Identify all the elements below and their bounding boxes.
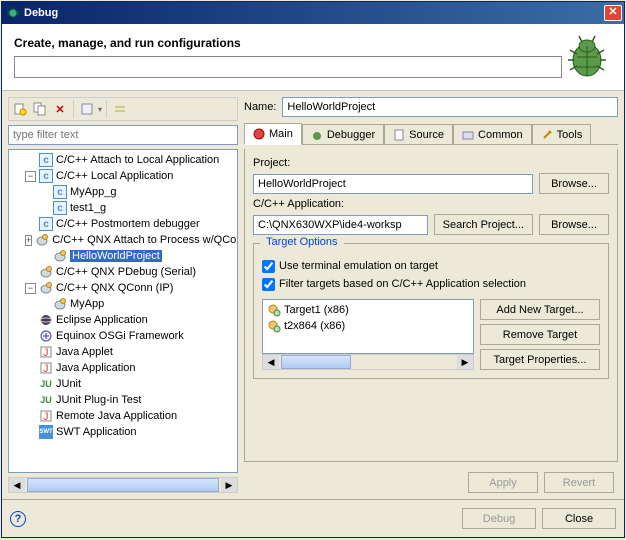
revert-button[interactable]: Revert xyxy=(544,472,614,493)
tree-expander-icon[interactable]: − xyxy=(25,171,36,182)
target-options-group: Target Options Use terminal emulation on… xyxy=(253,243,609,379)
tree-item-label: JUnit Plug-in Test xyxy=(56,394,141,406)
name-input[interactable] xyxy=(282,97,618,117)
tree-item-label: C/C++ QNX Attach to Process w/QConn xyxy=(52,234,238,246)
header-title: Create, manage, and run configurations xyxy=(14,36,562,50)
filter-targets-checkbox[interactable] xyxy=(262,278,275,291)
project-label: Project: xyxy=(253,157,609,169)
duplicate-config-icon[interactable] xyxy=(31,100,49,118)
target-item[interactable]: t2x864 (x86) xyxy=(265,318,471,334)
window-close-button[interactable]: ✕ xyxy=(604,5,622,21)
tree-item-label: MyApp xyxy=(70,298,104,310)
use-terminal-label: Use terminal emulation on target xyxy=(279,260,438,272)
tree-item[interactable]: − C/C++ QNX QConn (IP) xyxy=(11,280,235,296)
tab-common[interactable]: Common xyxy=(453,124,532,144)
new-config-icon[interactable] xyxy=(11,100,29,118)
svg-text:J: J xyxy=(43,347,49,359)
application-input[interactable] xyxy=(253,215,428,235)
config-tabs: Main Debugger Source Common Tools xyxy=(244,121,618,145)
titlebar: Debug ✕ xyxy=(2,2,624,24)
tree-item-label: C/C++ QNX QConn (IP) xyxy=(56,282,173,294)
tab-debugger[interactable]: Debugger xyxy=(302,124,384,144)
application-browse-button[interactable]: Browse... xyxy=(539,214,609,235)
tree-item[interactable]: .SWTSWT Application xyxy=(11,424,235,440)
delete-config-icon[interactable]: ✕ xyxy=(51,100,69,118)
tree-item[interactable]: .MyApp xyxy=(11,296,235,312)
target-icon xyxy=(267,303,281,317)
tree-expander-icon[interactable]: − xyxy=(25,283,36,294)
application-label: C/C++ Application: xyxy=(253,198,609,210)
tab-source[interactable]: Source xyxy=(384,124,453,144)
apply-button[interactable]: Apply xyxy=(468,472,538,493)
target-item[interactable]: Target1 (x86) xyxy=(265,302,471,318)
name-label: Name: xyxy=(244,101,276,113)
close-button[interactable]: Close xyxy=(542,508,616,529)
tree-item[interactable]: + C/C++ QNX Attach to Process w/QConn xyxy=(11,232,235,248)
header-banner-box xyxy=(14,56,562,78)
tree-item[interactable]: −cC/C++ Local Application xyxy=(11,168,235,184)
debug-icon xyxy=(6,6,20,20)
filter-config-icon[interactable] xyxy=(78,100,96,118)
target-list-h-scrollbar[interactable]: ◀▶ xyxy=(262,354,474,370)
target-properties-button[interactable]: Target Properties... xyxy=(480,349,600,370)
tree-item-label: SWT Application xyxy=(56,426,137,438)
tree-item-label: C/C++ Postmortem debugger xyxy=(56,218,200,230)
tree-item-label: Java Applet xyxy=(56,346,113,358)
tree-item[interactable]: .cC/C++ Postmortem debugger xyxy=(11,216,235,232)
filter-targets-label: Filter targets based on C/C++ Applicatio… xyxy=(279,278,526,290)
target-label: Target1 (x86) xyxy=(284,304,349,316)
window-title: Debug xyxy=(24,7,604,19)
target-options-legend: Target Options xyxy=(262,236,342,248)
add-target-button[interactable]: Add New Target... xyxy=(480,299,600,320)
svg-text:J: J xyxy=(43,363,49,375)
tree-item[interactable]: .cMyApp_g xyxy=(11,184,235,200)
tree-item[interactable]: .JJava Applet xyxy=(11,344,235,360)
tree-item-label: Eclipse Application xyxy=(56,314,148,326)
svg-text:J: J xyxy=(43,411,49,423)
project-browse-button[interactable]: Browse... xyxy=(539,173,609,194)
filter-input[interactable] xyxy=(8,125,238,145)
debug-button[interactable]: Debug xyxy=(462,508,536,529)
help-icon[interactable]: ? xyxy=(10,511,26,527)
target-label: t2x864 (x86) xyxy=(284,320,345,332)
use-terminal-checkbox[interactable] xyxy=(262,260,275,273)
tree-item[interactable]: .JUJUnit xyxy=(11,376,235,392)
debug-bug-icon xyxy=(562,32,612,82)
tree-item[interactable]: .JJava Application xyxy=(11,360,235,376)
tree-item-label: Java Application xyxy=(56,362,136,374)
tab-main[interactable]: Main xyxy=(244,123,302,145)
tree-item[interactable]: .JUJUnit Plug-in Test xyxy=(11,392,235,408)
tree-item-label: Equinox OSGi Framework xyxy=(56,330,184,342)
config-toolbar: ✕ ▾ xyxy=(8,97,238,121)
tree-item[interactable]: .C/C++ QNX PDebug (Serial) xyxy=(11,264,235,280)
tree-item-label: C/C++ QNX PDebug (Serial) xyxy=(56,266,196,278)
config-tree[interactable]: .cC/C++ Attach to Local Application−cC/C… xyxy=(8,149,238,473)
tree-item[interactable]: .Eclipse Application xyxy=(11,312,235,328)
tree-item-label: test1_g xyxy=(70,202,106,214)
tree-item-label: C/C++ Attach to Local Application xyxy=(56,154,219,166)
tab-tools[interactable]: Tools xyxy=(532,124,592,144)
target-icon xyxy=(267,319,281,333)
tree-item[interactable]: .HelloWorldProject xyxy=(11,248,235,264)
project-input[interactable] xyxy=(253,174,533,194)
tree-item-label: C/C++ Local Application xyxy=(56,170,173,182)
remove-target-button[interactable]: Remove Target xyxy=(480,324,600,345)
tree-item[interactable]: .ctest1_g xyxy=(11,200,235,216)
tree-item[interactable]: .cC/C++ Attach to Local Application xyxy=(11,152,235,168)
dialog-header: Create, manage, and run configurations xyxy=(2,24,624,91)
target-list[interactable]: Target1 (x86) t2x864 (x86) xyxy=(262,299,474,354)
tree-item-label: MyApp_g xyxy=(70,186,116,198)
tree-expander-icon[interactable]: + xyxy=(25,235,32,246)
tree-item-label: Remote Java Application xyxy=(56,410,177,422)
tree-h-scrollbar[interactable]: ◀▶ xyxy=(8,477,238,493)
tree-item[interactable]: .JRemote Java Application xyxy=(11,408,235,424)
collapse-all-icon[interactable] xyxy=(111,100,129,118)
tree-item-label: JUnit xyxy=(56,378,81,390)
tree-item[interactable]: .Equinox OSGi Framework xyxy=(11,328,235,344)
search-project-button[interactable]: Search Project... xyxy=(434,214,533,235)
tree-item-label: HelloWorldProject xyxy=(70,250,162,262)
tab-main-panel: Project: Browse... C/C++ Application: Se… xyxy=(244,149,618,462)
